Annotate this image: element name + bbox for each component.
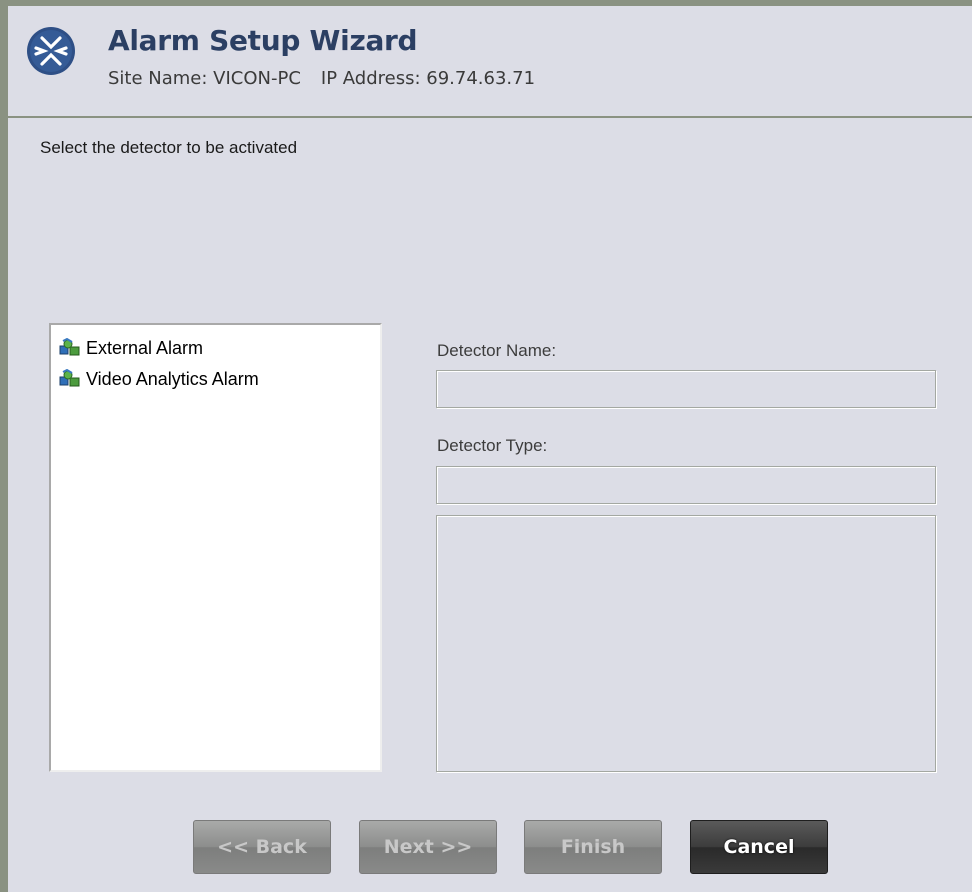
- alarm-detector-icon: [59, 338, 80, 356]
- detector-type-label: Detector Type:: [437, 436, 548, 455]
- list-item-label: Video Analytics Alarm: [86, 368, 259, 389]
- back-button[interactable]: << Back: [193, 820, 331, 874]
- finish-button[interactable]: Finish: [524, 820, 662, 874]
- cancel-button[interactable]: Cancel: [690, 820, 828, 874]
- detector-list[interactable]: External Alarm Video Analytics Alarm: [49, 323, 382, 772]
- ip-address-text: IP Address: 69.74.63.71: [320, 68, 536, 89]
- next-button[interactable]: Next >>: [359, 820, 497, 874]
- list-item-label: External Alarm: [86, 337, 204, 358]
- detector-type-field: [436, 466, 936, 504]
- site-info: Site Name: VICON-PC IP Address: 69.74.63.…: [108, 68, 535, 89]
- wizard-title: Alarm Setup Wizard: [108, 24, 418, 57]
- detector-name-field: [436, 370, 936, 408]
- list-item-video-analytics-alarm[interactable]: Video Analytics Alarm: [59, 366, 259, 392]
- list-item-external-alarm[interactable]: External Alarm: [59, 335, 203, 361]
- site-name-text: Site Name: VICON-PC: [108, 68, 301, 89]
- detector-name-label: Detector Name:: [437, 341, 557, 360]
- vicon-logo-icon: [27, 27, 75, 75]
- wizard-header: Alarm Setup Wizard Site Name: VICON-PC IP…: [0, 0, 972, 118]
- instruction-text: Select the detector to be activated: [40, 138, 298, 157]
- detector-description-area: [436, 515, 936, 772]
- alarm-detector-icon: [59, 369, 80, 387]
